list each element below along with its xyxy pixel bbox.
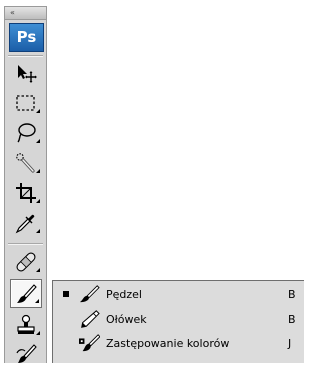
more-tools-indicator-icon [36, 331, 40, 335]
eyedropper-icon [15, 214, 35, 233]
menu-item-shortcut: B [288, 312, 296, 326]
lasso-icon [17, 122, 36, 142]
menu-item-shortcut: J [288, 336, 292, 350]
brush-tool-button[interactable] [10, 279, 42, 308]
more-tools-indicator-icon [36, 109, 40, 113]
spot-healing-brush-tool-button[interactable] [10, 247, 42, 276]
move-tool-button[interactable] [10, 58, 42, 87]
stamp-icon [17, 314, 35, 334]
menu-item-shortcut: B [288, 287, 296, 301]
bullet-placeholder [63, 340, 69, 346]
more-tools-indicator-icon [35, 299, 39, 303]
crop-tool-button[interactable] [10, 178, 42, 207]
rectangular-marquee-tool-button[interactable] [10, 88, 42, 117]
eyedropper-tool-button[interactable] [10, 208, 42, 237]
move-icon [18, 64, 37, 83]
marquee-icon [16, 94, 35, 111]
divider [8, 243, 43, 245]
bandage-icon [16, 252, 36, 271]
menu-item-label: Zastępowanie kolorów [106, 336, 230, 350]
brush-icon [78, 283, 102, 305]
menu-item-label: Ołówek [106, 312, 147, 326]
bullet-placeholder [63, 316, 69, 322]
menu-item-color-replacement[interactable]: Zastępowanie kolorów J [53, 332, 304, 354]
more-tools-indicator-icon [36, 229, 40, 233]
menu-item-label: Pędzel [106, 287, 142, 301]
pencil-icon [78, 308, 102, 330]
lasso-tool-button[interactable] [10, 118, 42, 147]
brush-tools-flyout-menu: Pędzel B Ołówek B Zastępowanie kolorów J [52, 280, 304, 363]
collapse-arrows-icon[interactable]: « [10, 7, 15, 19]
panel-grip[interactable]: « [5, 7, 46, 20]
menu-item-brush[interactable]: Pędzel B [53, 283, 304, 305]
photoshop-logo[interactable]: Ps [9, 23, 44, 52]
crop-icon [16, 182, 36, 203]
more-tools-indicator-icon [36, 199, 40, 203]
tools-panel: « Ps [4, 6, 47, 363]
color-replacement-icon [78, 332, 102, 354]
divider [8, 55, 43, 57]
clone-stamp-tool-button[interactable] [10, 310, 42, 339]
history-brush-tool-button[interactable] [10, 340, 42, 369]
more-tools-indicator-icon [36, 268, 40, 272]
quick-selection-icon [16, 152, 35, 173]
more-tools-indicator-icon [36, 169, 40, 173]
more-tools-indicator-icon [36, 139, 40, 143]
menu-item-pencil[interactable]: Ołówek B [53, 308, 304, 330]
quick-selection-tool-button[interactable] [10, 148, 42, 177]
active-tool-bullet-icon [63, 291, 69, 297]
